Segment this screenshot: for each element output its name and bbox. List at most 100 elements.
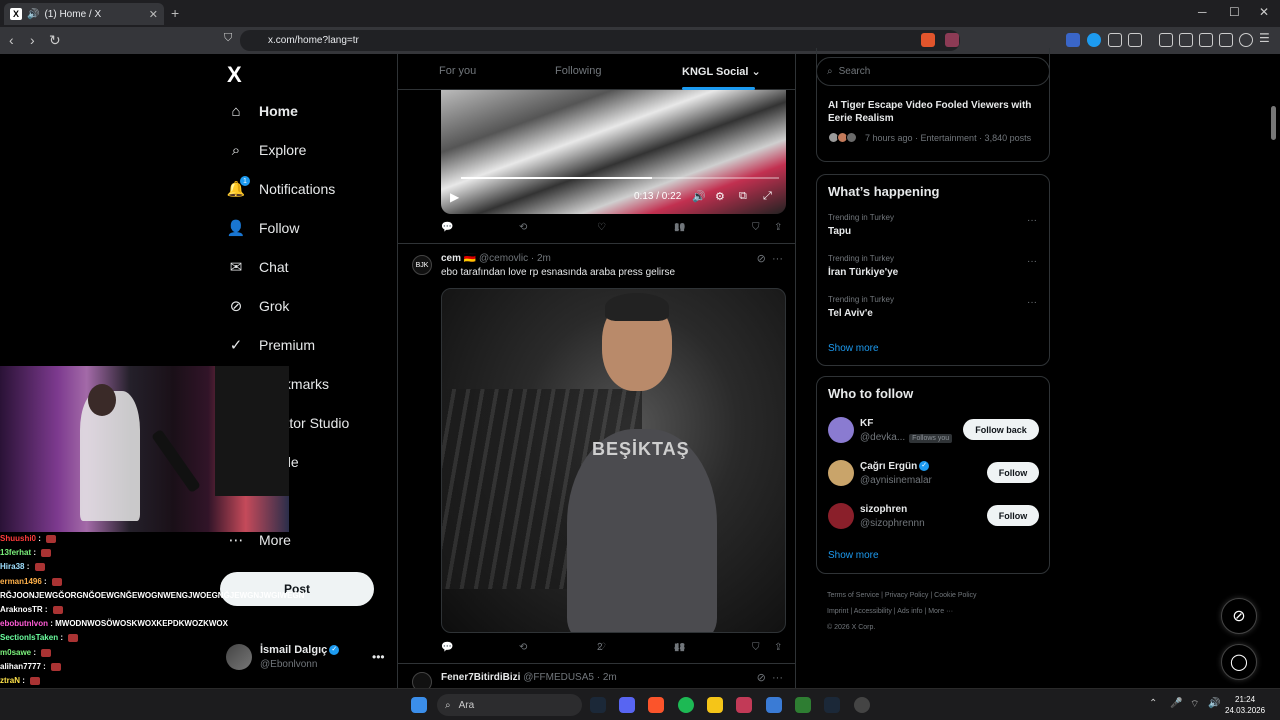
forward-icon[interactable]: › — [30, 32, 35, 48]
sidebar-item-grok[interactable]: ⊘ Grok — [227, 297, 290, 315]
menu-icon[interactable]: ☰ — [1259, 31, 1273, 45]
author-name[interactable]: cem — [441, 253, 461, 264]
windows-start-icon[interactable] — [411, 697, 427, 713]
news-card[interactable]: AI Tiger Escape Video Fooled Viewers wit… — [816, 48, 1050, 162]
sidebar-item-chat[interactable]: ✉ Chat — [227, 258, 289, 276]
close-window-button[interactable]: ✕ — [1259, 5, 1269, 19]
author-handle[interactable]: @FFMEDUSA5 — [523, 672, 594, 683]
pip-icon[interactable]: ⧉ — [739, 190, 747, 203]
share-icon[interactable]: ⇪ — [774, 642, 782, 653]
screenshot-icon[interactable] — [1128, 33, 1142, 47]
author-handle[interactable]: @cemovlic — [479, 253, 528, 264]
maximize-button[interactable]: ☐ — [1229, 5, 1240, 19]
new-tab-button[interactable]: + — [171, 5, 179, 21]
bookmark-icon[interactable]: ⛉ — [752, 222, 760, 233]
steam-icon[interactable] — [824, 697, 840, 713]
more-icon[interactable]: ··· — [772, 253, 783, 265]
wallet-icon[interactable] — [1199, 33, 1213, 47]
grok-icon[interactable]: ⊘ — [757, 253, 766, 265]
tray-chevron-icon[interactable]: ⌃ — [1149, 698, 1157, 709]
mic-icon[interactable]: 🎤 — [1170, 698, 1182, 709]
tweet-time[interactable]: · 2m — [531, 253, 551, 264]
tweet-photo[interactable]: BEŞİKTAŞ — [441, 288, 786, 633]
bookmark-icon[interactable]: ⛉ — [752, 642, 760, 653]
trend-name[interactable]: İran Türkiye'ye — [828, 267, 898, 278]
affinity-icon[interactable] — [736, 697, 752, 713]
app-icon[interactable] — [707, 697, 723, 713]
more-icon[interactable]: ··· — [1027, 297, 1037, 308]
tweet-time[interactable]: · 2m — [597, 672, 617, 683]
extensions-puzzle-icon[interactable] — [1108, 33, 1122, 47]
footer-link[interactable]: More ··· — [928, 608, 953, 615]
trend-name[interactable]: Tapu — [828, 226, 851, 237]
spotify-icon[interactable] — [678, 697, 694, 713]
grok-fab-button[interactable]: ⊘ — [1221, 598, 1257, 634]
reload-icon[interactable]: ↻ — [49, 32, 61, 49]
brave-icon[interactable] — [648, 697, 664, 713]
more-icon[interactable]: ··· — [1027, 215, 1037, 226]
taskbar-search[interactable]: ⌕ Ara — [437, 694, 582, 716]
browser-tab[interactable]: X 🔊 (1) Home / X ✕ — [4, 3, 164, 25]
avatar[interactable] — [828, 460, 854, 486]
sidebar-item-notifications[interactable]: 🔔 1 Notifications — [227, 176, 335, 198]
vpn-icon[interactable] — [1239, 33, 1253, 47]
page-scrollbar[interactable] — [1271, 56, 1277, 686]
discord-icon[interactable] — [619, 697, 635, 713]
avatar[interactable] — [412, 672, 432, 688]
tab-for-you[interactable]: For you — [439, 65, 476, 77]
sidebar-item-follow[interactable]: 👤 Follow — [227, 219, 300, 237]
brave-rewards-icon[interactable] — [945, 33, 959, 47]
footer-link[interactable]: Privacy Policy — [885, 592, 929, 599]
x-logo[interactable]: X — [227, 62, 242, 88]
reply-icon[interactable]: 💬 — [441, 642, 453, 653]
follow-name[interactable]: KF — [860, 418, 873, 429]
like-icon[interactable]: ♡ — [597, 222, 606, 233]
footer-link[interactable]: Accessibility — [854, 608, 892, 615]
more-icon[interactable]: ··· — [1027, 256, 1037, 267]
avatar[interactable] — [828, 417, 854, 443]
footer-link[interactable]: Cookie Policy — [934, 592, 976, 599]
footer-link[interactable]: Imprint — [827, 608, 848, 615]
tweet-video[interactable]: ▶ 0:13 / 0:22 🔊 ⚙ ⧉ ⤢ — [441, 90, 786, 214]
follow-button[interactable]: Follow back — [963, 419, 1039, 440]
extension-2-icon[interactable] — [1087, 33, 1101, 47]
extension-1-icon[interactable] — [1066, 33, 1080, 47]
video-progress-bar[interactable] — [461, 177, 779, 179]
chat-fab-button[interactable]: ◯ — [1221, 644, 1257, 680]
sidebar-item-premium[interactable]: ✓ Premium — [227, 336, 315, 354]
bookmark-page-icon[interactable]: ⛉ — [224, 32, 232, 45]
follow-button[interactable]: Follow — [987, 462, 1039, 483]
show-more-link[interactable]: Show more — [828, 343, 879, 354]
sidebar-item-explore[interactable]: ⌕ Explore — [227, 141, 307, 159]
follow-name[interactable]: sizophren — [860, 504, 907, 515]
back-icon[interactable]: ‹ — [9, 32, 14, 48]
fullscreen-icon[interactable]: ⤢ — [763, 190, 772, 203]
wifi-icon[interactable]: ⌔ — [1190, 698, 1199, 711]
more-icon[interactable]: ··· — [772, 672, 783, 684]
settings-icon[interactable]: ⚙ — [715, 190, 725, 203]
volume-icon[interactable]: 🔊 — [692, 190, 706, 203]
tab-close-icon[interactable]: ✕ — [149, 8, 158, 21]
steam-icon[interactable] — [590, 697, 606, 713]
avatar[interactable] — [828, 503, 854, 529]
share-icon[interactable]: ⇪ — [774, 222, 782, 233]
follow-name[interactable]: Çağrı Ergün ✓ — [860, 461, 930, 472]
leo-ai-icon[interactable] — [1219, 33, 1233, 47]
repost-icon[interactable]: ⟲ — [519, 222, 527, 233]
sidebar-icon[interactable] — [1179, 33, 1193, 47]
clock[interactable]: 21:24 24.03.2026 — [1225, 694, 1265, 716]
minimize-button[interactable]: ─ — [1198, 5, 1207, 19]
excel-icon[interactable] — [795, 697, 811, 713]
app-icon[interactable] — [766, 697, 782, 713]
play-icon[interactable]: ▶ — [450, 190, 459, 204]
brave-shield-icon[interactable] — [921, 33, 935, 47]
tab-kngl-social[interactable]: KNGL Social ⌄ — [682, 65, 761, 78]
obs-icon[interactable] — [854, 697, 870, 713]
follow-button[interactable]: Follow — [987, 505, 1039, 526]
volume-icon[interactable]: 🔊 — [1208, 698, 1220, 709]
show-more-link[interactable]: Show more — [828, 550, 879, 561]
more-icon[interactable]: ••• — [372, 650, 385, 664]
avatar[interactable]: BJK — [412, 255, 432, 275]
scroll-thumb[interactable] — [1271, 106, 1276, 140]
footer-link[interactable]: Terms of Service — [827, 592, 879, 599]
